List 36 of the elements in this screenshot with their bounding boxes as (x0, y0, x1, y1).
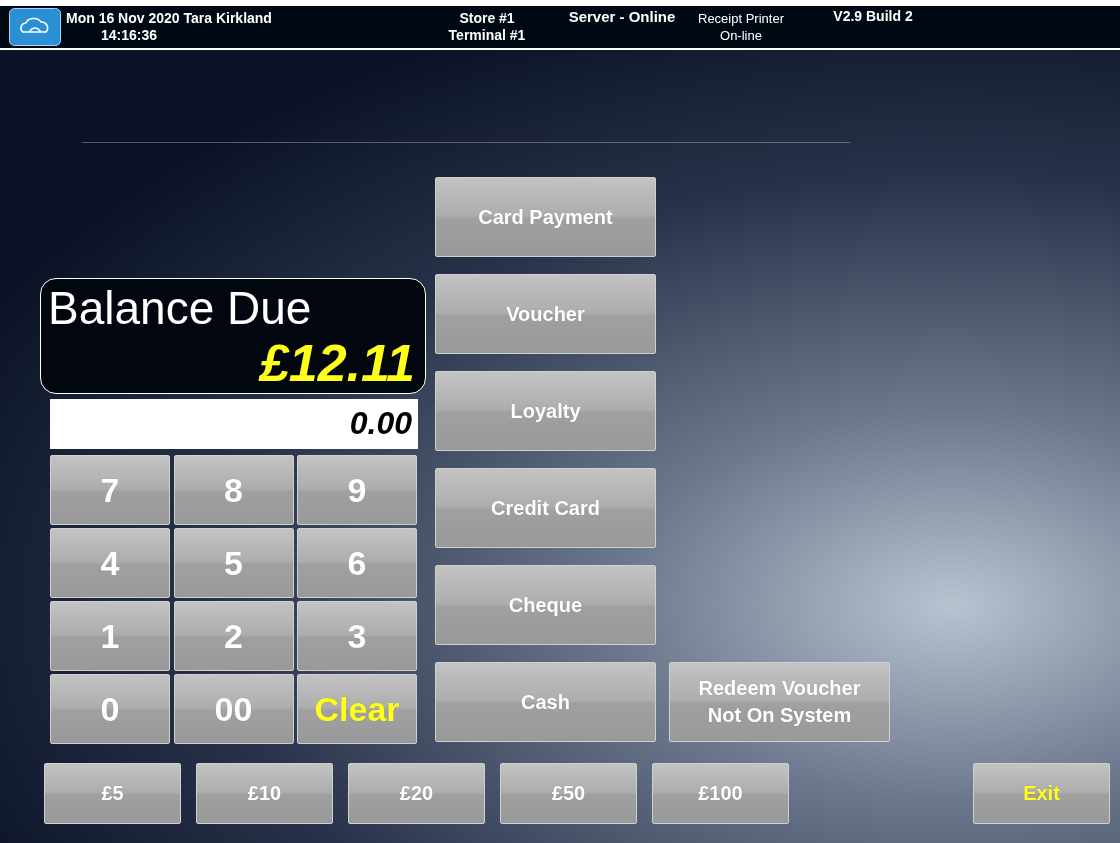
quick-cash-button[interactable]: £50 (500, 763, 637, 824)
payment-method-button[interactable]: Cheque (435, 565, 656, 645)
keypad-button[interactable]: 5 (173, 528, 294, 598)
server-status-text: Server - Online (568, 8, 676, 25)
keypad-button[interactable]: 9 (297, 455, 417, 525)
quick-cash-button[interactable]: £20 (348, 763, 485, 824)
keypad-button[interactable]: 1 (50, 601, 170, 671)
quick-cash-button[interactable]: £10 (196, 763, 333, 824)
payment-method-button[interactable]: Credit Card (435, 468, 656, 548)
keypad-button[interactable]: 6 (297, 528, 417, 598)
keypad-button[interactable]: 00 (173, 674, 294, 744)
payment-method-button[interactable]: Loyalty (435, 371, 656, 451)
keypad-button[interactable]: 4 (50, 528, 170, 598)
printer-text: Receipt Printer (698, 10, 784, 27)
redeem-voucher-button[interactable]: Redeem Voucher Not On System (669, 662, 890, 742)
keypad-button[interactable]: 8 (173, 455, 294, 525)
keypad-button[interactable]: 7 (50, 455, 170, 525)
printer-status-text: On-line (720, 27, 762, 44)
exit-button[interactable]: Exit (973, 763, 1110, 824)
quick-cash-button[interactable]: £100 (652, 763, 789, 824)
payment-method-button[interactable]: Voucher (435, 274, 656, 354)
payment-method-button[interactable]: Card Payment (435, 177, 656, 257)
date-user-text: Mon 16 Nov 2020 Tara Kirkland (66, 10, 272, 27)
keypad-button[interactable]: 3 (297, 601, 417, 671)
balance-amount: £12.11 (259, 335, 415, 391)
time-text: 14:16:36 (101, 27, 158, 44)
keypad-button[interactable]: Clear (297, 674, 417, 744)
keypad-button[interactable]: 2 (173, 601, 294, 671)
store-text: Store #1 (459, 10, 515, 27)
amount-input-field[interactable]: 0.00 (50, 399, 418, 449)
version-text: V2.9 Build 2 (833, 8, 913, 25)
payment-method-button[interactable]: Cash (435, 662, 656, 742)
quick-cash-button[interactable]: £5 (44, 763, 181, 824)
keypad-button[interactable]: 0 (50, 674, 170, 744)
balance-label: Balance Due (48, 281, 312, 335)
terminal-text: Terminal #1 (448, 27, 526, 44)
